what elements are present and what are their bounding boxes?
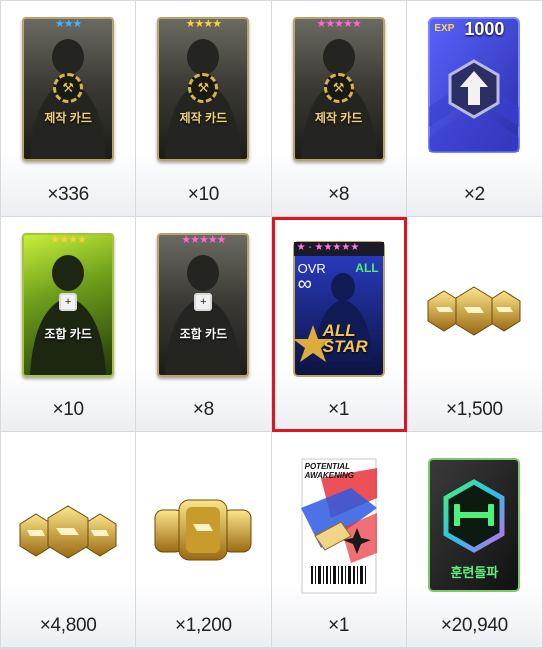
item-count: ×1 (328, 399, 350, 421)
training-card-icon: 훈련돌파 (428, 458, 521, 597)
gear-hammer-icon: ⚒ (323, 73, 354, 103)
item-count: ×8 (328, 183, 350, 205)
item-cell-selected[interactable]: ★ - ★★★★★ OVR ALL ∞ ALL STAR ×1 (271, 216, 407, 433)
item-count: ×4,800 (39, 615, 97, 636)
craft-card-icon: ★★★ ⚒ 제작 카드 (22, 17, 115, 161)
gold-gems-icon (18, 502, 118, 567)
item-count: ×1 (328, 615, 350, 636)
combine-icon: + (194, 292, 213, 311)
item-cell[interactable]: ×1,200 (136, 432, 272, 648)
gold-gems-icon (424, 283, 524, 344)
gold-coins-icon (153, 496, 253, 569)
combine-card-icon: ★★★★★ + 조합 카드 (157, 232, 250, 377)
potential-ticket-icon: POTENTIAL AWAKENING (300, 458, 377, 599)
gear-hammer-icon: ⚒ (188, 73, 219, 103)
item-count: ×1,500 (445, 399, 503, 421)
item-count: ×1,200 (174, 615, 232, 636)
item-cell[interactable]: 훈련돌파 ×20,940 (406, 432, 542, 648)
item-cell[interactable]: POTENTIAL AWAKENING ×1 (271, 432, 407, 648)
item-cell[interactable]: ★★★★★ ⚒ 제작 카드 ×8 (271, 1, 407, 217)
item-count: ×10 (52, 399, 84, 421)
item-count: ×10 (187, 183, 220, 205)
item-count: ×8 (192, 399, 214, 421)
gear-hammer-icon: ⚒ (53, 73, 84, 103)
item-cell[interactable]: ★★★★ + 조합 카드 ×10 (1, 216, 137, 433)
item-cell[interactable]: ★★★★★ + 조합 카드 ×8 (136, 216, 272, 433)
item-cell[interactable]: ★★★ ⚒ 제작 카드 ×336 (1, 1, 137, 217)
item-cell[interactable]: EXP 1000 ×2 (406, 1, 542, 217)
item-cell[interactable]: ×4,800 (1, 432, 137, 648)
combine-card-icon: ★★★★ + 조합 카드 (22, 232, 115, 377)
item-count: ×2 (463, 183, 485, 205)
craft-card-icon: ★★★★ ⚒ 제작 카드 (157, 17, 250, 161)
combine-icon: + (59, 292, 78, 311)
item-cell[interactable]: ×1,500 (406, 216, 542, 433)
exp-card-icon: EXP 1000 (428, 17, 521, 158)
item-grid: ★★★ ⚒ 제작 카드 ×336 ★★★★ ⚒ 제작 카드 ×10 ★★★★★ … (0, 0, 543, 649)
item-cell[interactable]: ★★★★ ⚒ 제작 카드 ×10 (136, 1, 272, 217)
craft-card-icon: ★★★★★ ⚒ 제작 카드 (292, 17, 385, 161)
allstar-card-icon: ★ - ★★★★★ OVR ALL ∞ ALL STAR (292, 240, 385, 382)
item-count: ×20,940 (440, 615, 508, 636)
item-count: ×336 (47, 183, 89, 205)
